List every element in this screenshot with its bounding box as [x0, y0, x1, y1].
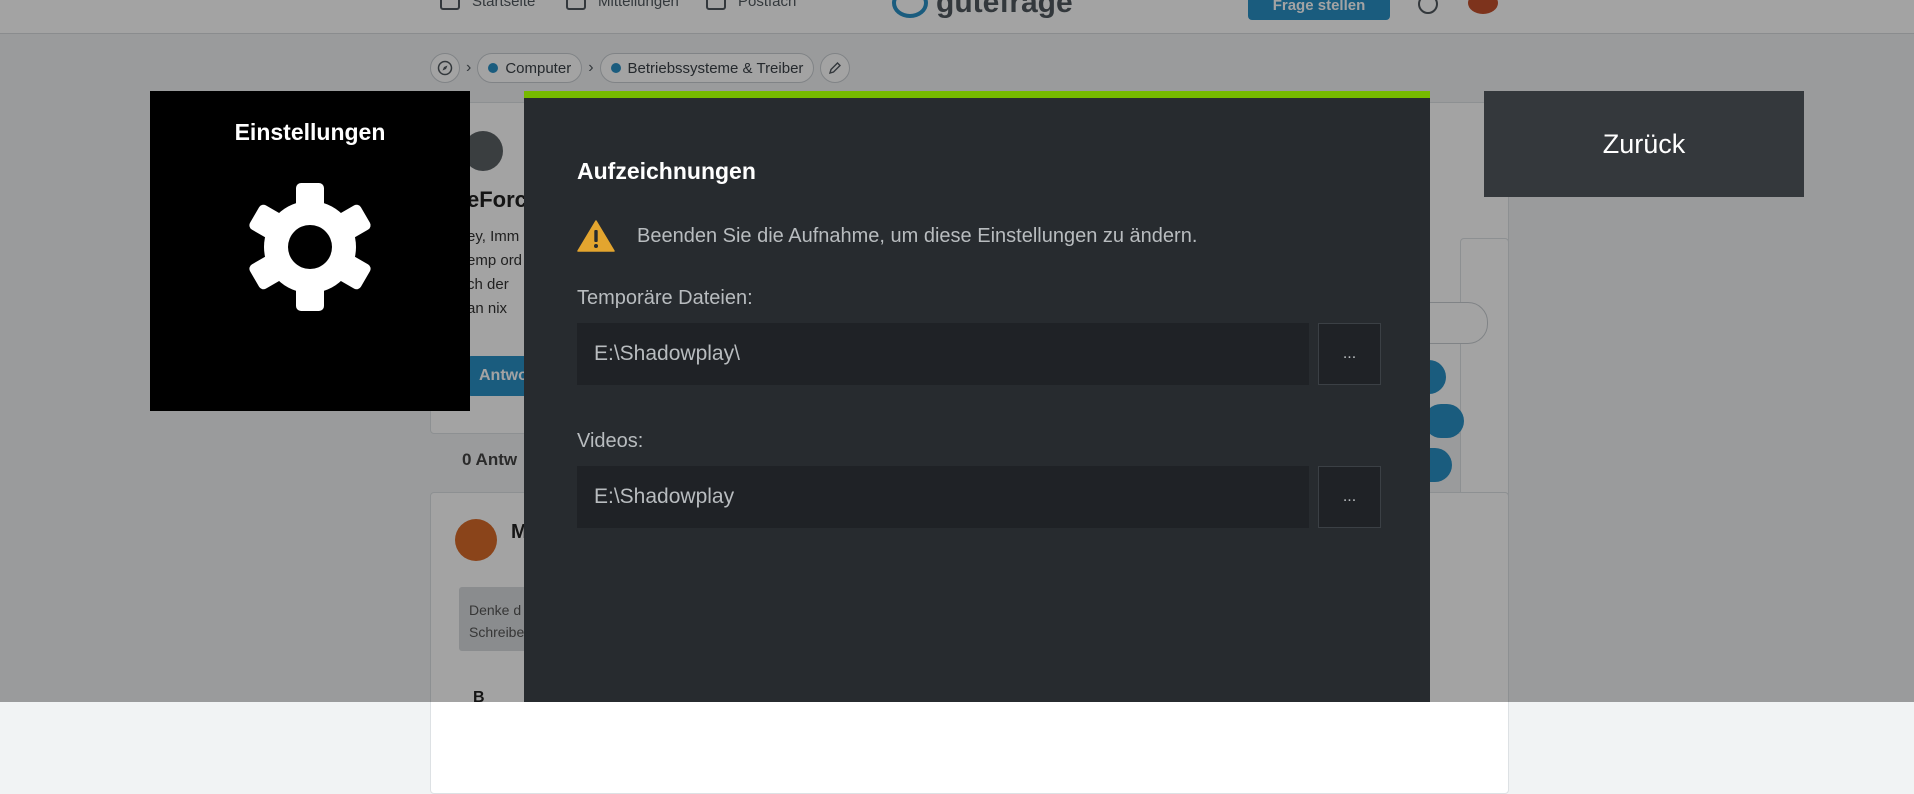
temp-files-browse-button[interactable]: ... [1318, 323, 1381, 385]
videos-path-field[interactable]: E:\Shadowplay [577, 466, 1309, 528]
settings-tile[interactable]: Einstellungen [150, 91, 470, 411]
panel-title: Aufzeichnungen [577, 158, 756, 184]
warning-message: Beenden Sie die Aufnahme, um diese Einst… [577, 220, 1197, 252]
warning-text: Beenden Sie die Aufnahme, um diese Einst… [637, 224, 1198, 247]
recordings-panel: Aufzeichnungen Beenden Sie die Aufnahme,… [524, 91, 1430, 702]
settings-title: Einstellungen [234, 119, 386, 145]
gear-icon [249, 183, 371, 311]
back-button[interactable]: Zurück [1484, 91, 1804, 197]
videos-browse-button[interactable]: ... [1318, 466, 1381, 528]
temp-files-path-field[interactable]: E:\Shadowplay\ [577, 323, 1309, 385]
warning-icon [577, 220, 615, 252]
temp-files-label: Temporäre Dateien: [577, 287, 753, 309]
videos-label: Videos: [577, 430, 644, 452]
